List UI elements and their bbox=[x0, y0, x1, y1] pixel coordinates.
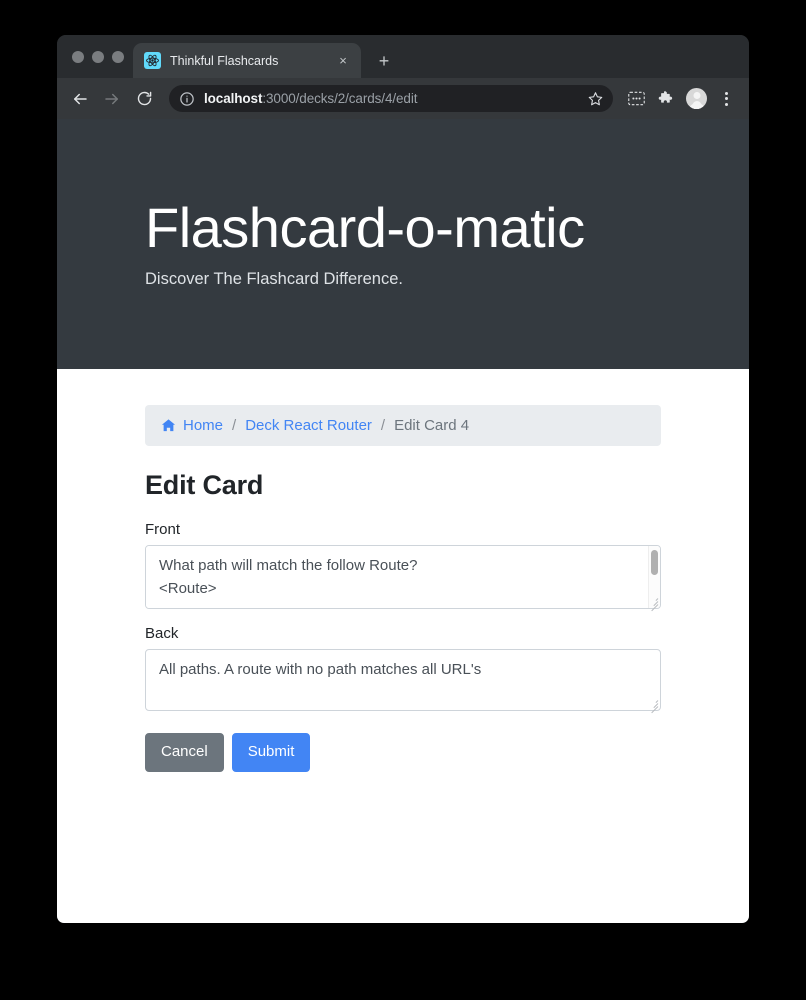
back-textarea-wrapper bbox=[145, 649, 661, 714]
address-bar[interactable]: localhost:3000/decks/2/cards/4/edit bbox=[169, 85, 613, 112]
tab-strip: Thinkful Flashcards × + bbox=[57, 35, 749, 78]
star-icon[interactable] bbox=[583, 87, 607, 111]
browser-toolbar: localhost:3000/decks/2/cards/4/edit bbox=[57, 78, 749, 119]
react-logo-icon bbox=[144, 52, 161, 69]
front-textarea-wrapper bbox=[145, 545, 661, 612]
tab-title: Thinkful Flashcards bbox=[170, 53, 279, 68]
close-icon[interactable]: × bbox=[334, 52, 352, 70]
page-brand-title: Flashcard-o-matic bbox=[145, 196, 585, 260]
breadcrumb-deck-link[interactable]: Deck React Router bbox=[245, 417, 372, 434]
dotted-box-icon[interactable] bbox=[622, 85, 650, 113]
submit-button[interactable]: Submit bbox=[231, 733, 311, 772]
new-tab-button[interactable]: + bbox=[370, 47, 398, 75]
three-dots-vertical-icon[interactable] bbox=[713, 85, 739, 113]
url-path: :3000/decks/2/cards/4/edit bbox=[262, 91, 418, 106]
arrow-right-icon[interactable] bbox=[97, 84, 127, 114]
url-text: localhost:3000/decks/2/cards/4/edit bbox=[204, 91, 583, 106]
avatar-icon[interactable] bbox=[686, 88, 707, 109]
minimize-window-button[interactable] bbox=[92, 50, 104, 63]
url-host: localhost bbox=[204, 91, 263, 106]
info-circle-icon[interactable] bbox=[179, 91, 195, 107]
front-field-group: Front bbox=[145, 521, 661, 612]
form-actions: Cancel Submit bbox=[145, 733, 661, 772]
back-field-group: Back bbox=[145, 625, 661, 714]
back-textarea[interactable] bbox=[145, 649, 661, 711]
browser-tab-active[interactable]: Thinkful Flashcards × bbox=[133, 43, 361, 78]
page-brand-subtitle: Discover The Flashcard Difference. bbox=[145, 269, 403, 288]
front-textarea[interactable] bbox=[145, 545, 661, 609]
breadcrumb-separator: / bbox=[232, 417, 237, 434]
maximize-window-button[interactable] bbox=[112, 50, 124, 63]
breadcrumb-home-label: Home bbox=[183, 417, 224, 434]
breadcrumb: Home / Deck React Router / Edit Card 4 bbox=[145, 405, 661, 446]
back-label: Back bbox=[145, 625, 179, 642]
reload-icon[interactable] bbox=[129, 84, 159, 114]
puzzle-piece-icon[interactable] bbox=[652, 85, 680, 113]
home-icon bbox=[161, 418, 176, 433]
arrow-left-icon[interactable] bbox=[65, 84, 95, 114]
breadcrumb-separator: / bbox=[380, 417, 386, 434]
hero-banner: Flashcard-o-matic Discover The Flashcard… bbox=[57, 119, 749, 369]
breadcrumb-current: Edit Card 4 bbox=[394, 417, 470, 434]
breadcrumb-home-link[interactable]: Home bbox=[161, 417, 223, 434]
page-title: Edit Card bbox=[145, 470, 264, 500]
front-label: Front bbox=[145, 521, 181, 538]
browser-window: Thinkful Flashcards × + localhost:3000/d… bbox=[57, 35, 749, 923]
cancel-button[interactable]: Cancel bbox=[145, 733, 224, 772]
main-content: Home / Deck React Router / Edit Card 4 E… bbox=[57, 369, 749, 772]
close-window-button[interactable] bbox=[72, 50, 84, 63]
window-traffic-lights bbox=[65, 35, 130, 78]
page-viewport: Flashcard-o-matic Discover The Flashcard… bbox=[57, 119, 749, 923]
